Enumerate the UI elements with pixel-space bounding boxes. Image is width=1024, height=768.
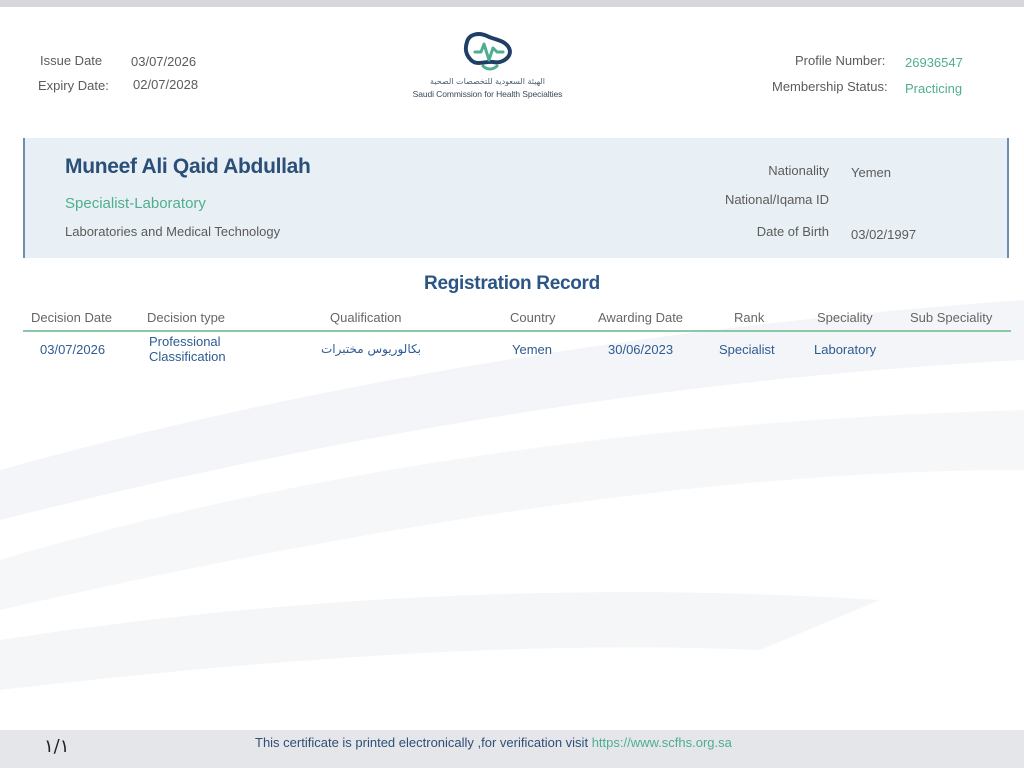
issue-date-label: Issue Date	[40, 53, 103, 68]
footer-note: This certificate is printed electronical…	[255, 735, 732, 750]
issue-date-value: 03/07/2026	[131, 54, 197, 69]
page-number: ١/١	[44, 736, 70, 757]
col-header-awarding-date: Awarding Date	[598, 310, 684, 325]
profile-panel: Muneef Ali Qaid Abdullah Specialist-Labo…	[23, 138, 1009, 258]
cell-decision-type-line1: Professional	[149, 334, 221, 349]
cell-country: Yemen	[512, 342, 552, 357]
col-header-sub-speciality: Sub Speciality	[910, 310, 993, 325]
cell-speciality: Laboratory	[814, 342, 877, 357]
dob-label: Date of Birth	[756, 224, 829, 239]
cell-awarding-date: 30/06/2023	[608, 342, 674, 357]
national-id-label: National/Iqama ID	[724, 192, 829, 207]
membership-status-label: Membership Status:	[772, 79, 888, 94]
table-header-divider	[23, 330, 1011, 332]
logo-english-name: Saudi Commission for Health Specialties	[412, 89, 563, 99]
cell-qualification: بكالوريوس مختبرات	[321, 342, 421, 356]
dob-value: 03/02/1997	[851, 227, 917, 242]
practitioner-specialty: Specialist-Laboratory	[65, 195, 206, 212]
cell-decision-type-line2: Classification	[149, 349, 226, 364]
footer-note-text: This certificate is printed electronical…	[255, 735, 592, 750]
cell-decision-date: 03/07/2026	[40, 342, 106, 357]
col-header-speciality: Speciality	[817, 310, 873, 325]
col-header-rank: Rank	[734, 310, 765, 325]
expiry-date-label: Expiry Date:	[38, 78, 109, 93]
col-header-country: Country	[510, 310, 556, 325]
logo-arabic-name: الهيئة السعودية للتخصصات الصحية	[430, 77, 545, 86]
practitioner-name: Muneef Ali Qaid Abdullah	[65, 155, 311, 178]
practitioner-department: Laboratories and Medical Technology	[65, 224, 281, 239]
verification-link[interactable]: https://www.scfhs.org.sa	[592, 735, 732, 750]
col-header-qualification: Qualification	[330, 310, 402, 325]
col-header-decision-type: Decision type	[147, 310, 226, 325]
col-header-decision-date: Decision Date	[31, 310, 112, 325]
nationality-value: Yemen	[851, 165, 891, 180]
background-watermark	[0, 300, 1024, 690]
footer-bar: ١/١ This certificate is printed electron…	[0, 730, 1024, 768]
cell-rank: Specialist	[719, 342, 775, 357]
scfhs-logo: الهيئة السعودية للتخصصات الصحية Saudi Co…	[405, 30, 570, 102]
profile-number-label: Profile Number:	[795, 53, 886, 68]
profile-number-value: 26936547	[905, 55, 963, 70]
membership-status-value: Practicing	[905, 81, 963, 96]
registration-record-title: Registration Record	[424, 273, 600, 294]
nationality-label: Nationality	[768, 163, 829, 178]
scfhs-logo-icon	[463, 32, 512, 71]
expiry-date-value: 02/07/2028	[133, 77, 199, 92]
